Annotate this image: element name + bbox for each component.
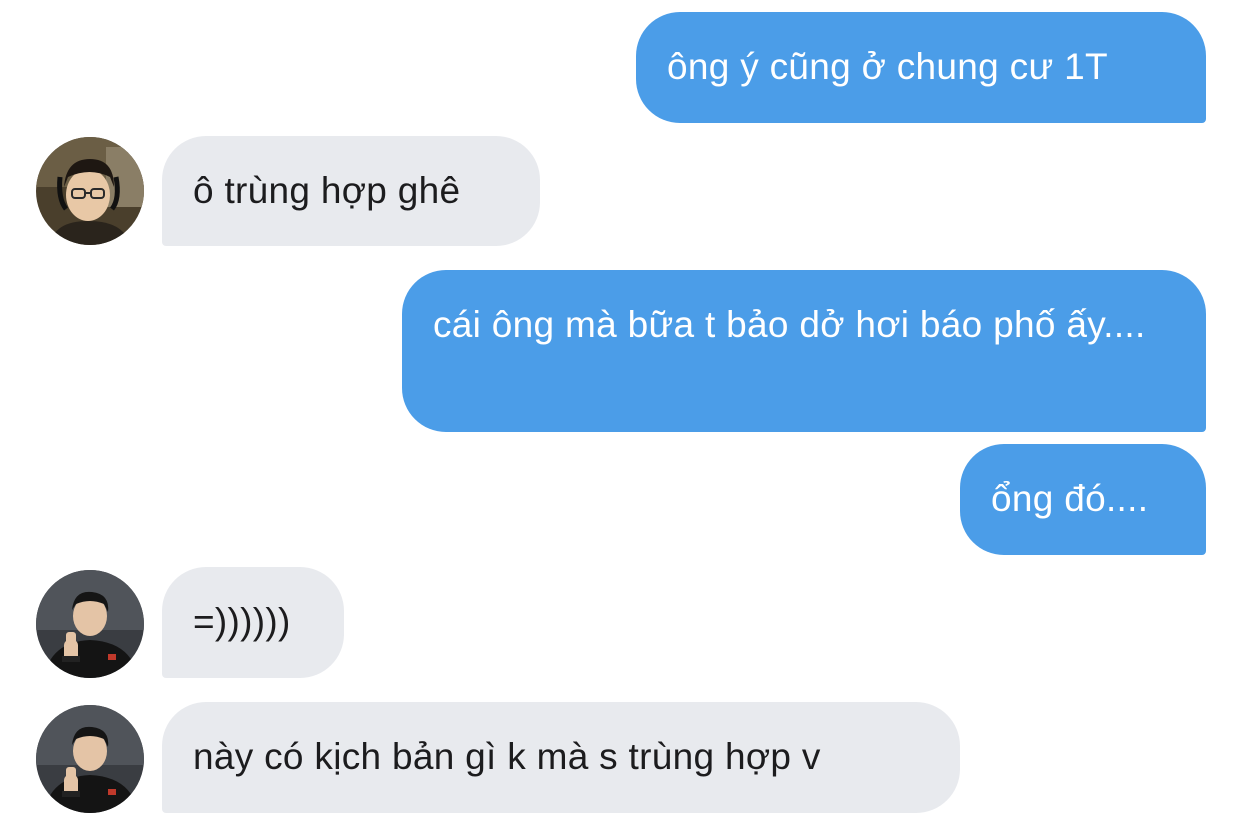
message-bubble-received[interactable]: này có kịch bản gì k mà s trùng hợp v xyxy=(162,702,960,813)
avatar-icon xyxy=(36,137,144,245)
message-bubble-received[interactable]: ô trùng hợp ghê xyxy=(162,136,540,246)
message-bubble-received[interactable]: =)))))) xyxy=(162,567,344,678)
avatar-icon xyxy=(36,570,144,678)
contact-avatar[interactable] xyxy=(36,570,144,678)
message-bubble-sent[interactable]: ông ý cũng ở chung cư 1T xyxy=(636,12,1206,123)
message-text: cái ông mà bữa t bảo dở hơi báo phố ấy..… xyxy=(433,304,1146,345)
message-bubble-sent[interactable]: cái ông mà bữa t bảo dở hơi báo phố ấy..… xyxy=(402,270,1206,432)
contact-avatar[interactable] xyxy=(36,705,144,813)
message-text: ổng đó.... xyxy=(991,478,1149,519)
message-text: này có kịch bản gì k mà s trùng hợp v xyxy=(193,736,821,777)
message-text: =)))))) xyxy=(193,601,291,642)
message-bubble-sent[interactable]: ổng đó.... xyxy=(960,444,1206,555)
contact-avatar[interactable] xyxy=(36,137,144,245)
message-text: ông ý cũng ở chung cư 1T xyxy=(667,46,1108,87)
message-text: ô trùng hợp ghê xyxy=(193,170,461,211)
avatar-icon xyxy=(36,705,144,813)
